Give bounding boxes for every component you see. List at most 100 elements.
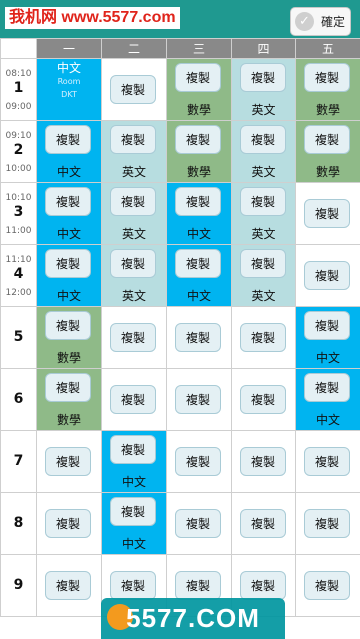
- copy-button[interactable]: 複製: [175, 385, 221, 414]
- period-label: 08:10 1 09:00: [0, 58, 37, 121]
- copy-button[interactable]: 複製: [45, 373, 91, 402]
- copy-button[interactable]: 複製: [45, 447, 91, 476]
- timetable-cell[interactable]: 複製 數學: [295, 120, 360, 183]
- copy-button[interactable]: 複製: [110, 435, 156, 464]
- copy-button[interactable]: 複製: [304, 571, 350, 600]
- copy-button[interactable]: 複製: [110, 571, 156, 600]
- timetable-cell[interactable]: 複製 中文: [295, 306, 360, 369]
- copy-button[interactable]: 複製: [110, 125, 156, 154]
- timetable-cell[interactable]: 複製: [231, 368, 296, 431]
- copy-button[interactable]: 複製: [304, 311, 350, 340]
- copy-button[interactable]: 複製: [304, 509, 350, 538]
- copy-button[interactable]: 複製: [110, 75, 156, 104]
- copy-button[interactable]: 複製: [110, 497, 156, 526]
- copy-button[interactable]: 複製: [110, 385, 156, 414]
- timetable-cell[interactable]: 複製: [101, 306, 167, 369]
- timetable-cell[interactable]: 複製 中文: [36, 182, 102, 245]
- copy-button[interactable]: 複製: [45, 571, 91, 600]
- copy-button[interactable]: 複製: [45, 311, 91, 340]
- timetable-cell[interactable]: 複製 數學: [36, 306, 102, 369]
- timetable-cell[interactable]: 複製 英文: [101, 182, 167, 245]
- timetable-cell[interactable]: 複製: [166, 368, 232, 431]
- timetable-cell[interactable]: 複製: [166, 492, 232, 555]
- timetable-cell[interactable]: 複製 英文: [231, 182, 296, 245]
- timetable-cell[interactable]: 複製: [231, 430, 296, 493]
- period-label: 09:10 2 10:00: [0, 120, 37, 183]
- period-row: 8 複製 複製 中文 複製 複製 複製: [0, 492, 360, 555]
- copy-button[interactable]: 複製: [240, 509, 286, 538]
- day-header: 二: [101, 38, 167, 59]
- timetable-cell[interactable]: 複製 英文: [231, 120, 296, 183]
- timetable-cell[interactable]: 複製 數學: [166, 58, 232, 121]
- copy-button[interactable]: 複製: [240, 249, 286, 278]
- timetable-cell[interactable]: 複製: [295, 182, 360, 245]
- copy-button[interactable]: 複製: [175, 63, 221, 92]
- copy-button[interactable]: 複製: [304, 63, 350, 92]
- copy-button[interactable]: 複製: [304, 199, 350, 228]
- copy-button[interactable]: 複製: [240, 125, 286, 154]
- timetable-cell[interactable]: 複製 中文: [101, 430, 167, 493]
- timetable-cell[interactable]: 複製 英文: [101, 120, 167, 183]
- timetable-cell[interactable]: 複製 中文: [36, 244, 102, 307]
- copy-button[interactable]: 複製: [45, 125, 91, 154]
- subject-name: 中文: [56, 61, 81, 75]
- copy-button[interactable]: 複製: [45, 249, 91, 278]
- timetable-cell[interactable]: 複製: [295, 492, 360, 555]
- copy-button[interactable]: 複製: [175, 323, 221, 352]
- timetable-cell[interactable]: 複製 數學: [36, 368, 102, 431]
- copy-button[interactable]: 複製: [175, 187, 221, 216]
- period-start-time: 10:10: [5, 193, 32, 203]
- copy-button[interactable]: 複製: [304, 373, 350, 402]
- timetable-cell[interactable]: 複製 中文: [166, 244, 232, 307]
- copy-button[interactable]: 複製: [175, 447, 221, 476]
- copy-button[interactable]: 複製: [240, 323, 286, 352]
- timetable-cell[interactable]: 複製 英文: [231, 244, 296, 307]
- timetable-cell[interactable]: 複製: [166, 306, 232, 369]
- copy-button[interactable]: 複製: [240, 447, 286, 476]
- timetable-cell[interactable]: 複製 英文: [231, 58, 296, 121]
- timetable-cell[interactable]: 複製: [295, 554, 360, 617]
- timetable-cell[interactable]: 複製: [36, 492, 102, 555]
- copy-button[interactable]: 複製: [304, 125, 350, 154]
- timetable-cell[interactable]: 複製 中文: [295, 368, 360, 431]
- confirm-button[interactable]: ✓ 確定: [290, 7, 351, 36]
- timetable-cell[interactable]: 複製: [231, 492, 296, 555]
- copy-button[interactable]: 複製: [240, 385, 286, 414]
- timetable-cell[interactable]: 中文 Room DKT: [36, 58, 102, 121]
- check-icon: ✓: [295, 12, 314, 31]
- copy-button[interactable]: 複製: [304, 261, 350, 290]
- copy-button[interactable]: 複製: [45, 187, 91, 216]
- timetable-cell[interactable]: 複製: [295, 244, 360, 307]
- copy-button[interactable]: 複製: [175, 249, 221, 278]
- period-number: 1: [13, 80, 24, 96]
- copy-button[interactable]: 複製: [110, 323, 156, 352]
- copy-button[interactable]: 複製: [175, 571, 221, 600]
- period-label: 5: [0, 306, 37, 369]
- timetable-cell[interactable]: 複製: [295, 430, 360, 493]
- copy-button[interactable]: 複製: [175, 509, 221, 538]
- timetable-cell[interactable]: 複製: [101, 368, 167, 431]
- timetable-cell[interactable]: 複製 中文: [101, 492, 167, 555]
- copy-button[interactable]: 複製: [304, 447, 350, 476]
- copy-button[interactable]: 複製: [175, 125, 221, 154]
- timetable-cell[interactable]: 複製: [36, 554, 102, 617]
- timetable-cell[interactable]: 複製: [166, 430, 232, 493]
- subject-label: 數學: [315, 103, 340, 117]
- timetable-cell[interactable]: 複製: [36, 430, 102, 493]
- timetable-cell[interactable]: 複製 中文: [166, 182, 232, 245]
- copy-button[interactable]: 複製: [45, 509, 91, 538]
- period-row: 10:10 3 11:00 複製 中文 複製 英文 複製 中文 複製 英文 複製: [0, 182, 360, 245]
- copy-button[interactable]: 複製: [110, 187, 156, 216]
- timetable-cell[interactable]: 複製 中文: [36, 120, 102, 183]
- timetable-cell[interactable]: 複製 數學: [295, 58, 360, 121]
- timetable-cell[interactable]: 複製 數學: [166, 120, 232, 183]
- copy-button[interactable]: 複製: [240, 571, 286, 600]
- watermark-text: 我机网 www.5577.com: [5, 7, 180, 29]
- timetable-cell[interactable]: 複製: [231, 306, 296, 369]
- copy-button[interactable]: 複製: [240, 187, 286, 216]
- timetable-cell[interactable]: 複製: [101, 58, 167, 121]
- copy-button[interactable]: 複製: [240, 63, 286, 92]
- period-label: 11:10 4 12:00: [0, 244, 37, 307]
- copy-button[interactable]: 複製: [110, 249, 156, 278]
- timetable-cell[interactable]: 複製 英文: [101, 244, 167, 307]
